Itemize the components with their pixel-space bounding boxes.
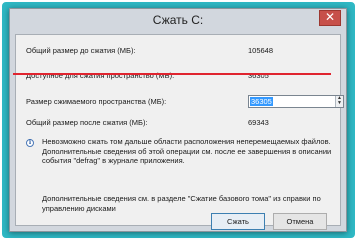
- shrink-dialog: Сжать С: ✕ Общий размер до сжатия (МБ): …: [9, 8, 347, 232]
- spin-down-icon[interactable]: ▼: [336, 101, 343, 106]
- total-before-value: 105648: [248, 46, 274, 55]
- info-message: Невозможно сжать том дальше области расп…: [42, 137, 332, 165]
- total-after-label: Общий размер после сжатия (МБ):: [26, 118, 148, 127]
- help-reference-text: Дополнительные сведения см. в разделе "С…: [42, 194, 321, 213]
- shrink-size-input[interactable]: 36305 ▲ ▼: [248, 95, 344, 108]
- close-button[interactable]: ✕: [319, 10, 341, 26]
- shrink-size-label: Размер сжимаемого пространства (МБ):: [26, 97, 167, 106]
- total-after-value: 69343: [248, 118, 269, 127]
- close-icon: ✕: [324, 10, 336, 24]
- shrink-size-spinner[interactable]: ▲ ▼: [335, 96, 343, 107]
- shrink-size-value[interactable]: 36305: [250, 97, 273, 106]
- highlight-underline: [13, 73, 331, 75]
- info-icon: i: [26, 139, 34, 147]
- shrink-button[interactable]: Сжать: [211, 213, 265, 230]
- dialog-body: Общий размер до сжатия (МБ): 105648 Дост…: [15, 34, 344, 230]
- title-bar[interactable]: Сжать С: ✕: [10, 9, 346, 33]
- dialog-title: Сжать С:: [152, 13, 204, 27]
- cancel-button[interactable]: Отмена: [273, 213, 327, 230]
- total-before-label: Общий размер до сжатия (МБ):: [26, 46, 136, 55]
